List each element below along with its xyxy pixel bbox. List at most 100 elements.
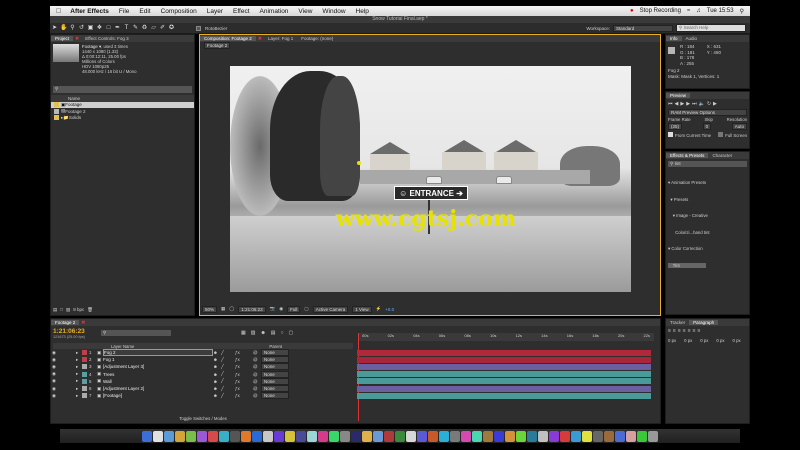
label-swatch[interactable]	[54, 115, 59, 121]
workspace-dropdown[interactable]: Standard	[613, 24, 673, 32]
pickwhip-icon[interactable]: @	[253, 393, 259, 398]
eye-icon[interactable]: ◉	[52, 364, 58, 370]
interpret-footage-icon[interactable]: ▤	[53, 307, 57, 313]
tab-paragraph[interactable]: Paragraph	[689, 320, 719, 325]
menu-effect[interactable]: Effect	[228, 8, 255, 15]
parent-dropdown[interactable]: None	[261, 356, 289, 364]
effect-switch-icon[interactable]: ƒx	[235, 386, 253, 391]
hand-tool-icon[interactable]: ✋	[60, 25, 67, 32]
quality-switch-icon[interactable]: ╱	[221, 357, 235, 363]
ram-preview-icon[interactable]: ▶	[713, 101, 717, 107]
dock-app-icon[interactable]	[494, 430, 504, 442]
eye-icon[interactable]: ◉	[52, 350, 58, 356]
resolution-dropdown[interactable]: Auto	[731, 123, 747, 130]
draft-3d-icon[interactable]: ▨	[251, 330, 256, 336]
menu-window[interactable]: Window	[317, 8, 350, 15]
layer-duration-bar[interactable]	[357, 349, 651, 356]
menu-composition[interactable]: Composition	[156, 8, 202, 15]
layer-label-swatch[interactable]	[82, 393, 87, 399]
indent-first-field[interactable]: 0 px	[700, 338, 708, 343]
justify-right-icon[interactable]: ≡	[693, 328, 696, 334]
eraser-tool-icon[interactable]: ▱	[150, 25, 157, 32]
tab-info[interactable]: Info	[666, 36, 682, 41]
eye-icon[interactable]: ◉	[52, 393, 58, 399]
layer-duration-bar[interactable]	[357, 385, 651, 392]
dock-app-icon[interactable]	[384, 430, 394, 442]
stop-recording-label[interactable]: Stop Recording	[640, 8, 681, 14]
menu-edit[interactable]: Edit	[134, 8, 155, 15]
layer-row[interactable]: ◉ ▸ 3 ▣ [Adjustment Layer 3] ☻ ╱ ƒx @ None	[52, 363, 352, 371]
tree-item-selected[interactable]: Tint	[668, 262, 706, 268]
mute-icon[interactable]: 🔈	[699, 101, 705, 107]
menu-file[interactable]: File	[114, 8, 134, 15]
dock-app-icon[interactable]	[604, 430, 614, 442]
menu-layer[interactable]: Layer	[202, 8, 228, 15]
rotate-tool-icon[interactable]: ↺	[78, 25, 85, 32]
tree-item[interactable]: ▾ Animation Presets	[668, 180, 749, 186]
eye-icon[interactable]: ◉	[52, 371, 58, 377]
dock-app-icon[interactable]	[164, 430, 174, 442]
dock-app-icon[interactable]	[472, 430, 482, 442]
tab-tracker[interactable]: Tracker	[666, 320, 689, 325]
dock-app-icon[interactable]	[230, 430, 240, 442]
label-swatch[interactable]	[54, 108, 59, 114]
dock-app-icon[interactable]	[175, 430, 185, 442]
tab-character[interactable]: Character	[708, 153, 736, 158]
shy-switch-icon[interactable]: ☻	[213, 379, 221, 384]
menu-view[interactable]: View	[293, 8, 317, 15]
close-icon[interactable]: ✖	[73, 36, 81, 42]
quality-switch-icon[interactable]: ╱	[221, 393, 235, 399]
layer-duration-bar[interactable]	[357, 392, 651, 399]
type-tool-icon[interactable]: T	[123, 25, 130, 32]
comp-flowchart-icon[interactable]: ▦	[241, 330, 246, 336]
dock-app-icon[interactable]	[241, 430, 251, 442]
effect-switch-icon[interactable]: ƒx	[235, 379, 253, 384]
dock-app-icon[interactable]	[538, 430, 548, 442]
layer-label-swatch[interactable]	[82, 386, 87, 391]
clock[interactable]: Tue 15:53	[707, 8, 734, 14]
layer-duration-bar[interactable]	[357, 363, 651, 370]
dock-app-icon[interactable]	[373, 430, 383, 442]
effect-switch-icon[interactable]: ƒx	[235, 357, 253, 362]
dock-app-icon[interactable]	[318, 430, 328, 442]
pickwhip-icon[interactable]: @	[253, 357, 259, 362]
camera-tool-icon[interactable]: ▣	[87, 25, 94, 32]
dock-app-icon[interactable]	[505, 430, 515, 442]
prev-frame-icon[interactable]: ◀	[675, 101, 679, 107]
layer-name[interactable]: [Adjustment Layer 2]	[103, 386, 213, 391]
align-right-icon[interactable]: ≡	[678, 328, 681, 334]
shy-switch-icon[interactable]: ☻	[213, 372, 221, 377]
menu-app-name[interactable]: After Effects	[65, 8, 114, 15]
timeline-timecode[interactable]: 1:21:06:23	[53, 328, 85, 335]
effect-switch-icon[interactable]: ƒx	[235, 364, 253, 369]
layer-duration-bar[interactable]	[357, 356, 651, 363]
parent-dropdown[interactable]: None	[261, 349, 289, 356]
eye-icon[interactable]: ◉	[52, 378, 58, 384]
dock-app-icon[interactable]	[153, 430, 163, 442]
next-frame-icon[interactable]: ▶	[686, 101, 690, 107]
play-icon[interactable]: ▶	[680, 101, 684, 107]
dock-app-icon[interactable]	[450, 430, 460, 442]
tab-composition[interactable]: Composition: Footage 2	[200, 36, 256, 41]
dock-app-icon[interactable]	[274, 430, 284, 442]
dock-app-icon[interactable]	[527, 430, 537, 442]
snapshot-icon[interactable]: 📷	[270, 306, 276, 312]
eye-icon[interactable]: ◉	[52, 386, 58, 392]
quality-switch-icon[interactable]: ╱	[221, 350, 235, 356]
close-icon[interactable]: ✖	[79, 320, 87, 326]
align-left-icon[interactable]: ≡	[668, 328, 671, 334]
dock-app-icon[interactable]	[285, 430, 295, 442]
pickwhip-icon[interactable]: @	[253, 364, 259, 369]
dock-app-icon[interactable]	[329, 430, 339, 442]
layer-row[interactable]: ◉ ▸ 2 ▣ Fog 1 ☻ ╱ ƒx @ None	[52, 356, 352, 364]
column-parent[interactable]: Parent	[269, 344, 282, 349]
full-screen-checkbox[interactable]	[718, 132, 724, 137]
timeline-search-input[interactable]: ⚲	[101, 330, 171, 336]
frame-rate-field[interactable]: (25)	[668, 123, 683, 130]
search-help-input[interactable]: ⚲ Search Help	[676, 24, 746, 32]
space-after-field[interactable]: 0 px	[733, 338, 741, 343]
dock-app-icon[interactable]	[593, 430, 603, 442]
layer-row[interactable]: ◉ ▸ 4 ▣ Trees ☻ ╱ ƒx @ None	[52, 370, 352, 378]
close-icon[interactable]: ✖	[256, 36, 264, 42]
layer-label-swatch[interactable]	[82, 364, 87, 370]
